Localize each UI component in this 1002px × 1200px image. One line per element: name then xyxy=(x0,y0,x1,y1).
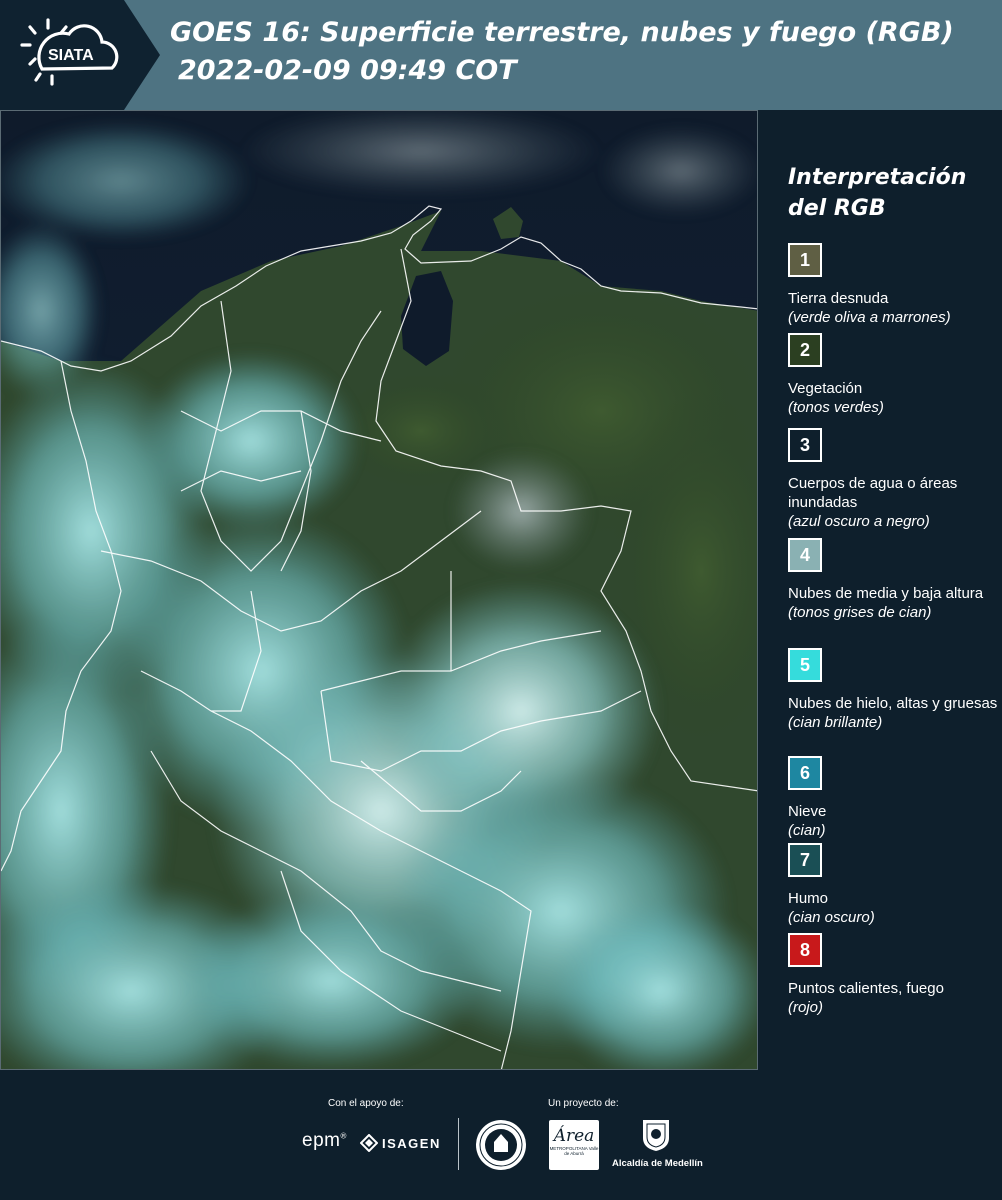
legend-label: Tierra desnuda xyxy=(788,290,889,307)
legend-swatch-2: 2 xyxy=(788,333,822,367)
legend-swatch-3: 3 xyxy=(788,428,822,462)
legend-title: Interpretación del RGB xyxy=(788,165,967,221)
legend-item-2: 2 Vegetación (tonos verdes) xyxy=(788,333,998,417)
legend-hint: (verde oliva a marrones) xyxy=(788,309,951,326)
legend-label: Nubes de media y baja altura xyxy=(788,585,984,602)
legend-panel: Interpretación del RGB 1 Tierra desnuda (v… xyxy=(770,110,1002,1070)
legend-label: Cuerpos de agua o áreas inundadas xyxy=(788,475,958,511)
epm-logo-text: epm xyxy=(302,1130,341,1151)
legend-hint: (cian oscuro) xyxy=(788,909,875,926)
legend-swatch-7: 7 xyxy=(788,843,822,877)
legend-label: Nubes de hielo, altas y gruesas xyxy=(788,695,998,712)
legend-hint: (tonos grises de cian) xyxy=(788,604,932,621)
isagen-logo-text: ISAGEN xyxy=(382,1135,441,1151)
siata-logo-panel: SIATA xyxy=(0,0,160,110)
legend-swatch-1: 1 xyxy=(788,243,822,277)
legend-hint: (rojo) xyxy=(788,999,824,1016)
legend-item-8: 8 Puntos calientes, fuego (rojo) xyxy=(788,933,998,1017)
legend-item-7: 7 Humo (cian oscuro) xyxy=(788,843,998,927)
satellite-image xyxy=(1,111,757,1069)
legend-swatch-8: 8 xyxy=(788,933,822,967)
area-logo-subtext: METROPOLITANA Valle de Aburrá xyxy=(549,1146,599,1156)
legend-label: Nieve xyxy=(788,803,827,820)
footer-divider xyxy=(458,1118,459,1170)
page-title: GOES 16: Superficie terrestre, nubes y f… xyxy=(170,14,996,90)
support-caption: Con el apoyo de: xyxy=(328,1098,404,1109)
title-timestamp: 2022-02-09 09:49 COT xyxy=(178,55,517,86)
legend-item-5: 5 Nubes de hielo, altas y gruesas (cian br… xyxy=(788,648,998,732)
project-caption: Un proyecto de: xyxy=(548,1098,619,1109)
legend-hint: (cian) xyxy=(788,822,826,839)
header-bar: SIATA GOES 16: Superficie terrestre, nub… xyxy=(0,0,1002,110)
area-logo-text: Área xyxy=(553,1126,595,1146)
legend-item-6: 6 Nieve (cian) xyxy=(788,756,998,840)
legend-hint: (azul oscuro a negro) xyxy=(788,513,930,530)
legend-item-1: 1 Tierra desnuda (verde oliva a marrones) xyxy=(788,243,998,327)
legend-item-4: 4 Nubes de media y baja altura (tonos gris… xyxy=(788,538,998,622)
medellin-shield-icon xyxy=(643,1120,669,1151)
legend-label: Vegetación xyxy=(788,380,863,397)
legend-label: Humo xyxy=(788,890,829,907)
satellite-map xyxy=(0,110,758,1070)
legend-swatch-6: 6 xyxy=(788,756,822,790)
legend-label: Puntos calientes, fuego xyxy=(788,980,944,997)
legend-hint: (cian brillante) xyxy=(788,714,883,731)
isagen-icon xyxy=(360,1134,378,1152)
footer: Con el apoyo de: Un proyecto de: epm® IS… xyxy=(0,1070,1002,1200)
legend-item-3: 3 Cuerpos de agua o áreas inundadas (azul … xyxy=(788,428,998,531)
isagen-logo: ISAGEN xyxy=(360,1132,441,1154)
legend-hint: (tonos verdes) xyxy=(788,399,884,416)
seal-logo xyxy=(476,1120,526,1170)
siata-logo: SIATA xyxy=(20,18,119,86)
epm-logo: epm® xyxy=(302,1130,347,1151)
area-metropolitana-logo: Área METROPOLITANA Valle de Aburrá xyxy=(549,1120,599,1170)
legend-swatch-4: 4 xyxy=(788,538,822,572)
title-product: GOES 16: Superficie terrestre, nubes y f… xyxy=(170,17,954,48)
legend-swatch-5: 5 xyxy=(788,648,822,682)
medellin-logo-text: Alcaldía de Medellín xyxy=(612,1158,703,1169)
siata-logo-text: SIATA xyxy=(48,47,94,64)
